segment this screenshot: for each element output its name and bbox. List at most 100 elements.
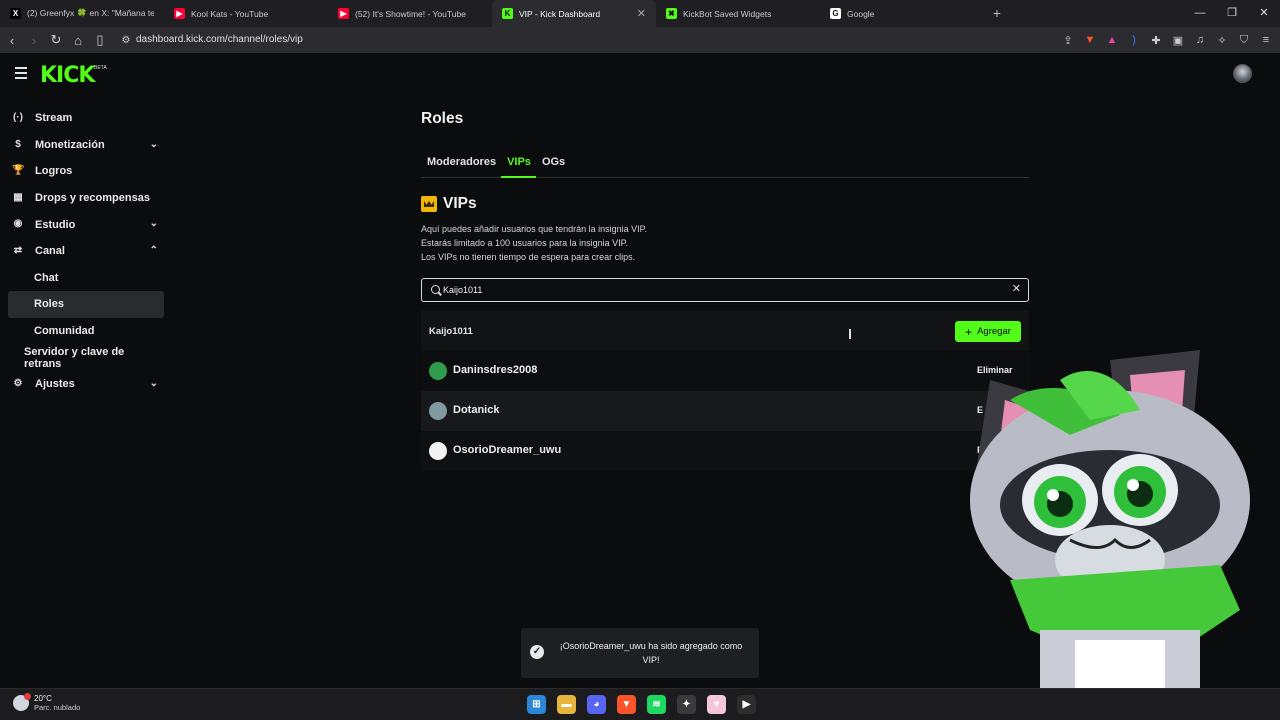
share-icon[interactable]: ⇪ bbox=[1060, 32, 1076, 48]
tab-title: (52) It's Showtime! - YouTube bbox=[355, 8, 466, 19]
new-tab-button[interactable]: + bbox=[983, 0, 1011, 27]
brave-shield-icon[interactable]: ▼ bbox=[1082, 32, 1098, 48]
reload-icon[interactable]: ↻ bbox=[46, 32, 66, 48]
vip-username: OsorioDreamer_uwu bbox=[453, 444, 562, 456]
app2-icon[interactable]: ♥ bbox=[707, 695, 726, 714]
add-vip-button[interactable]: + Agregar bbox=[955, 321, 1021, 342]
tab-moderadores[interactable]: Moderadores bbox=[421, 153, 501, 178]
dollar-icon: $ bbox=[15, 138, 21, 150]
sidebar-item-label: Canal bbox=[35, 245, 65, 258]
x-logo-icon: X bbox=[10, 8, 21, 19]
search-icon bbox=[431, 285, 440, 294]
browser-tab[interactable]: ▶ Kool Kats - YouTube bbox=[164, 0, 328, 27]
extensions-icon[interactable]: ✚ bbox=[1148, 32, 1164, 48]
home-icon[interactable]: ⌂ bbox=[68, 33, 88, 48]
channel-icon: ⇄ bbox=[13, 244, 23, 256]
description-line: Estarás limitado a 100 usuarios para la … bbox=[421, 238, 628, 248]
discord-icon[interactable]: ◕ bbox=[587, 695, 606, 714]
clear-search-icon[interactable]: ✕ bbox=[1012, 282, 1021, 295]
weather-widget[interactable]: 20°C Parc. nublado bbox=[13, 693, 81, 712]
result-username: Kaijo1011 bbox=[429, 326, 473, 337]
chevron-down-icon[interactable]: ⌄ bbox=[150, 218, 158, 229]
chevron-up-icon[interactable]: ⌃ bbox=[150, 245, 158, 256]
user-avatar[interactable] bbox=[1233, 64, 1252, 83]
tab-ogs[interactable]: OGs bbox=[536, 153, 570, 178]
kick-icon: K bbox=[502, 8, 513, 19]
avatar bbox=[429, 362, 447, 380]
sidebar-item-monetización[interactable]: $ Monetización ⌄ bbox=[8, 132, 164, 159]
sidebar-subitem-roles[interactable]: Roles bbox=[8, 291, 164, 318]
back-icon[interactable]: ‹ bbox=[2, 33, 22, 48]
plus-icon: + bbox=[965, 324, 973, 339]
forward-icon[interactable]: › bbox=[24, 33, 44, 48]
brave-rewards-icon[interactable]: ▲ bbox=[1104, 32, 1120, 48]
bookmark-icon[interactable]: ▯ bbox=[90, 32, 110, 48]
browser-tab-strip: X (2) Greenfyx 🍀 en X: "Mañana teng ▶ Kool … bbox=[0, 0, 1280, 27]
taskbar-apps: ⊞ ▬ ◕ ▼ ≋ ✦ ♥ ▶ bbox=[527, 695, 756, 714]
browser-toolbar: ⇪ ▼ ▲ ) ✚ ▣ ♫ ✧ ⛉ ≡ bbox=[1060, 32, 1274, 48]
menu-icon[interactable]: ≡ bbox=[1258, 32, 1274, 48]
vpn-shield-icon[interactable]: ⛉ bbox=[1236, 32, 1252, 48]
toast-notification: ✓ ¡OsorioDreamer_uwu ha sido agregado co… bbox=[521, 628, 759, 678]
tab-title: KickBot Saved Widgets bbox=[683, 8, 772, 19]
sidebar-item-label: Ajustes bbox=[35, 378, 75, 391]
url-field[interactable]: dashboard.kick.com/channel/roles/vip bbox=[136, 34, 303, 45]
address-bar: ‹ › ↻ ⌂ ▯ ⚙ dashboard.kick.com/channel/r… bbox=[0, 27, 1280, 53]
beta-badge: BETA bbox=[94, 65, 107, 71]
trophy-icon: 🏆 bbox=[12, 165, 25, 177]
user-search-box: ✕ bbox=[421, 278, 1029, 302]
roles-tabs: Moderadores VIPs OGs bbox=[421, 153, 1029, 178]
sidebar-subitem-chat[interactable]: Chat bbox=[8, 265, 164, 292]
browser-tab[interactable]: K VIP - Kick Dashboard ✕ bbox=[492, 0, 656, 27]
close-tab-icon[interactable]: ✕ bbox=[637, 7, 646, 20]
studio-icon: ◉ bbox=[13, 218, 23, 230]
youtube-icon: ▶ bbox=[338, 8, 349, 19]
sidebar-item-estudio[interactable]: ◉ Estudio ⌄ bbox=[8, 211, 164, 238]
site-info-icon[interactable]: ⚙ bbox=[116, 35, 136, 46]
browser-tab[interactable]: ✖ KickBot Saved Widgets bbox=[656, 0, 820, 27]
player-icon[interactable]: ▶ bbox=[737, 695, 756, 714]
vpn-icon[interactable]: ) bbox=[1126, 32, 1142, 48]
vip-username: Daninsdres2008 bbox=[453, 364, 538, 376]
search-input[interactable] bbox=[443, 283, 1003, 297]
sidebar-item-ajustes[interactable]: ⚙ Ajustes ⌄ bbox=[8, 371, 164, 398]
weather-desc: Parc. nublado bbox=[34, 703, 81, 712]
browser-tab[interactable]: ▶ (52) It's Showtime! - YouTube bbox=[328, 0, 492, 27]
sidebar-item-logros[interactable]: 🏆 Logros bbox=[8, 158, 164, 185]
kickbot-icon: ✖ bbox=[666, 8, 677, 19]
leo-ai-icon[interactable]: ✧ bbox=[1214, 32, 1230, 48]
windows-start-icon[interactable]: ⊞ bbox=[527, 695, 546, 714]
browser-tab[interactable]: X (2) Greenfyx 🍀 en X: "Mañana teng bbox=[0, 0, 164, 27]
media-icon[interactable]: ♫ bbox=[1192, 32, 1208, 48]
sidebar-item-label: Stream bbox=[35, 112, 73, 125]
spotify-icon[interactable]: ≋ bbox=[647, 695, 666, 714]
sidebar-item-stream-key[interactable]: Servidor y clave de retrans bbox=[8, 344, 164, 371]
chevron-down-icon[interactable]: ⌄ bbox=[150, 139, 158, 150]
kick-logo[interactable]: KICK bbox=[40, 63, 95, 88]
sidebar-toggle-icon[interactable]: ▣ bbox=[1170, 32, 1186, 48]
vtuber-mascot-overlay bbox=[950, 340, 1280, 720]
weather-temp: 20°C bbox=[34, 694, 52, 703]
hamburger-menu-icon[interactable] bbox=[15, 67, 27, 82]
restore-icon[interactable]: ❐ bbox=[1216, 0, 1248, 27]
chevron-down-icon[interactable]: ⌄ bbox=[150, 378, 158, 389]
sidebar-item-label: Logros bbox=[35, 165, 73, 178]
vip-row: Dotanick E bbox=[421, 391, 1029, 431]
minimize-icon[interactable]: — bbox=[1184, 0, 1216, 27]
vip-row: Daninsdres2008 Eliminar bbox=[421, 351, 1029, 391]
tab-vips[interactable]: VIPs bbox=[501, 153, 536, 178]
browser-tab[interactable]: G Google bbox=[820, 0, 984, 27]
gear-icon: ⚙ bbox=[13, 377, 23, 389]
google-icon: G bbox=[830, 8, 841, 19]
close-window-icon[interactable]: ✕ bbox=[1248, 0, 1280, 27]
sidebar-item-drops[interactable]: ▦ Drops y recompensas bbox=[8, 185, 164, 212]
brave-icon[interactable]: ▼ bbox=[617, 695, 636, 714]
app-icon[interactable]: ✦ bbox=[677, 695, 696, 714]
dashboard-sidebar: (·) Stream $ Monetización ⌄ 🏆 Logros ▦ Drops y r… bbox=[8, 105, 164, 398]
sidebar-subitem-comunidad[interactable]: Comunidad bbox=[8, 318, 164, 345]
file-explorer-icon[interactable]: ▬ bbox=[557, 695, 576, 714]
sidebar-item-label: Drops y recompensas bbox=[35, 192, 150, 205]
sidebar-item-label: Roles bbox=[34, 298, 64, 311]
sidebar-item-canal[interactable]: ⇄ Canal ⌃ bbox=[8, 238, 164, 265]
sidebar-item-stream[interactable]: (·) Stream bbox=[8, 105, 164, 132]
